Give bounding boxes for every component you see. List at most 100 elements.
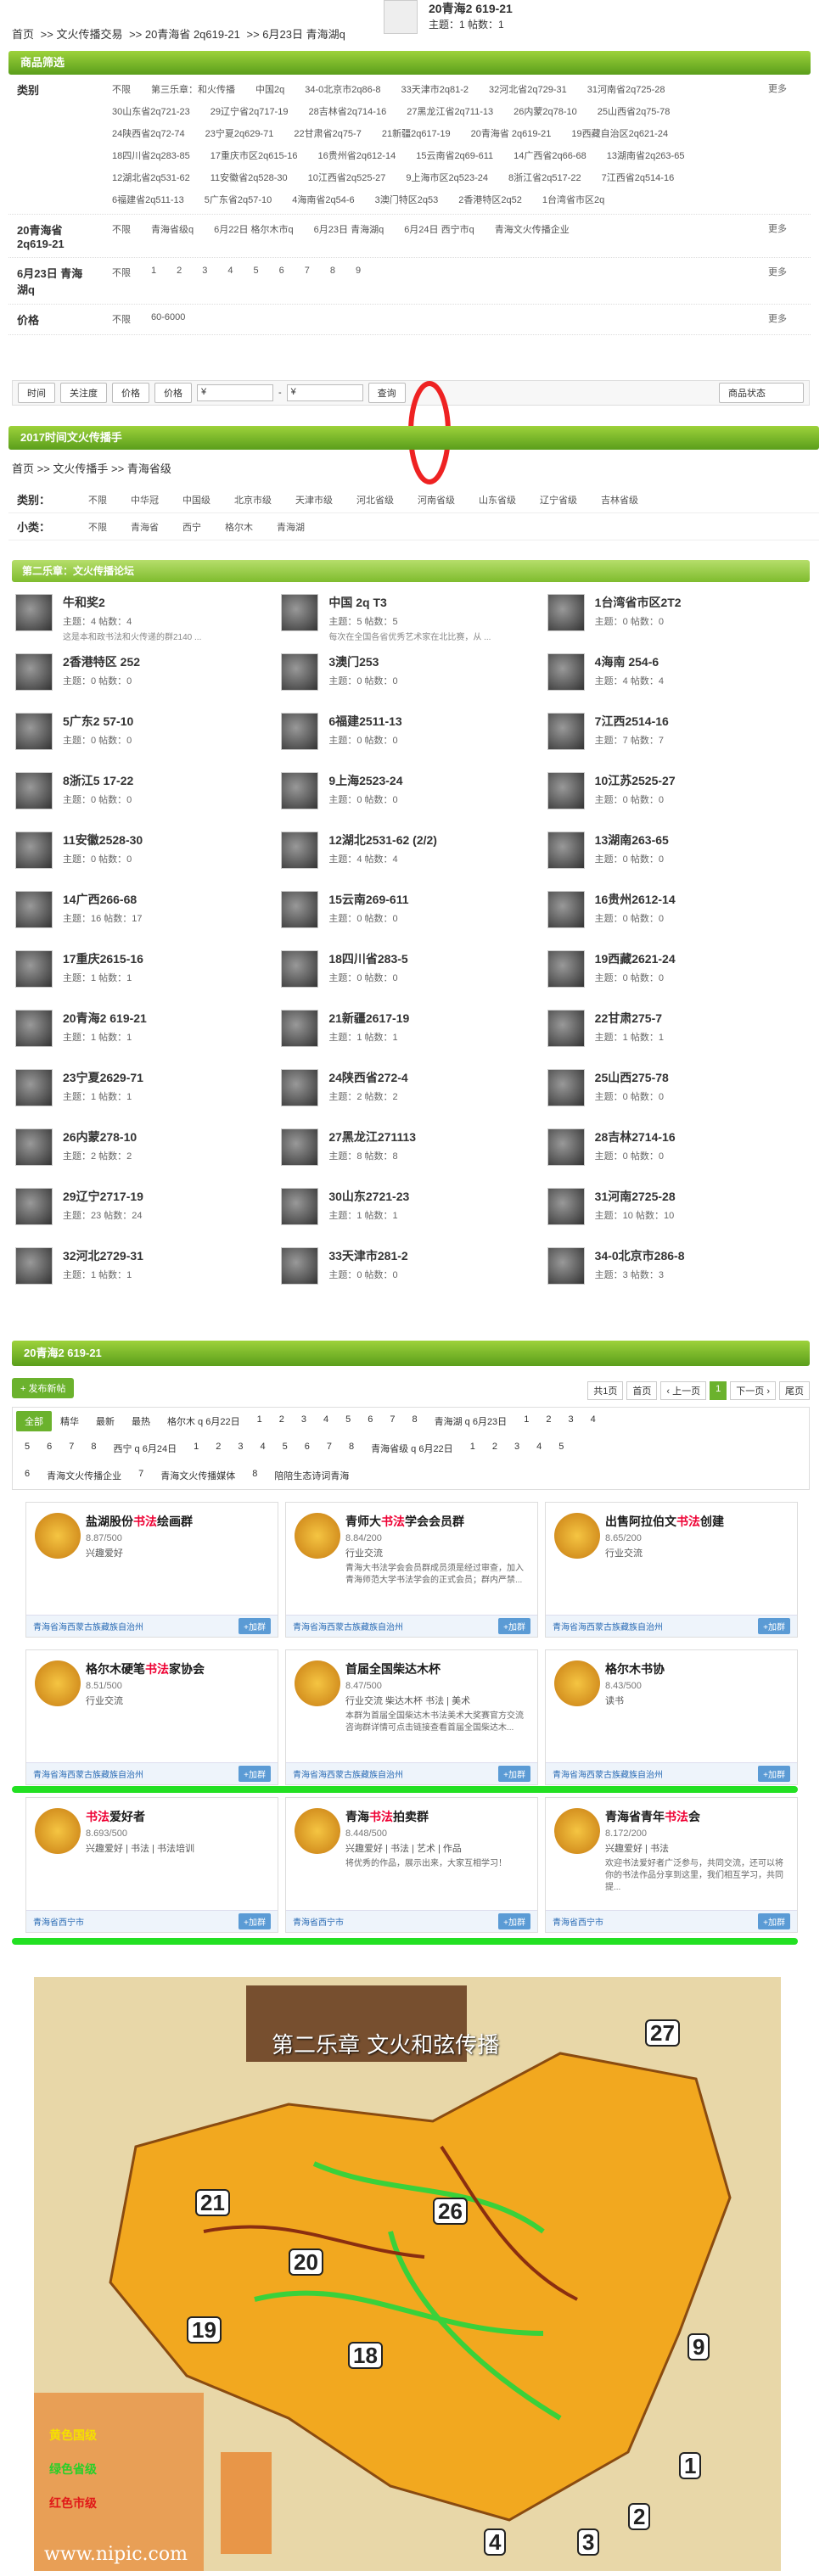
join-group-button[interactable]: +加群 — [239, 1618, 271, 1634]
filter-option[interactable]: 16贵州省2q612-14 — [307, 146, 406, 165]
join-group-button[interactable]: +加群 — [758, 1618, 790, 1634]
filter-option[interactable]: 8浙江省2q517-22 — [498, 168, 592, 187]
filter-option[interactable]: 24陕西省2q72-74 — [102, 124, 195, 143]
sort-time-button[interactable]: 时间 — [18, 383, 55, 403]
forum-map-icon[interactable] — [547, 1247, 585, 1285]
tab[interactable]: 青海湖 q 6月23日 — [426, 1411, 516, 1431]
filter-option[interactable]: 3澳门特区2q53 — [365, 190, 449, 209]
forum-item[interactable]: 20青海2 619-21 主题：1 帖数：1 — [12, 1001, 278, 1061]
sort-price-desc-button[interactable]: 价格 — [154, 383, 192, 403]
join-group-button[interactable]: +加群 — [498, 1766, 530, 1782]
filter-option[interactable]: 6 — [269, 263, 295, 299]
filter-option[interactable]: 29辽宁省2q717-19 — [200, 102, 299, 120]
filter-option[interactable]: 27黑龙江省2q711-13 — [396, 102, 503, 120]
filter-option[interactable]: 10江西省2q525-27 — [298, 168, 396, 187]
filter-option[interactable]: 26内蒙2q78-10 — [503, 102, 587, 120]
group-name[interactable]: 青师大书法学会会员群 — [345, 1513, 529, 1530]
tab[interactable]: 2 — [537, 1411, 559, 1431]
forum-item[interactable]: 1台湾省市区2T2 主题：0 帖数：0 — [544, 585, 810, 645]
group-card[interactable]: 格尔木书协 8.43/500 读书 青海省海西蒙古族藏族自治州 +加群 — [545, 1649, 798, 1785]
filter-option[interactable]: 西宁 — [171, 520, 213, 534]
tab[interactable]: 4 — [251, 1438, 273, 1459]
tab[interactable]: 格尔木 q 6月22日 — [159, 1411, 249, 1431]
group-location[interactable]: 青海省海西蒙古族藏族自治州 — [293, 1620, 403, 1632]
tab[interactable]: 6 — [296, 1438, 318, 1459]
filter-option[interactable]: 9 — [345, 263, 371, 299]
tab[interactable]: 4 — [315, 1411, 337, 1431]
group-card[interactable]: 盐湖股份书法绘画群 8.87/500 兴趣爱好 青海省海西蒙古族藏族自治州 +加群 — [25, 1502, 278, 1638]
forum-map-icon[interactable] — [281, 950, 319, 988]
forum-list-header[interactable]: 第二乐章：文火传播论坛 — [12, 560, 810, 582]
tab[interactable]: 4 — [528, 1438, 550, 1459]
filter-option[interactable]: 18四川省2q283-85 — [102, 146, 200, 165]
group-avatar[interactable] — [35, 1660, 81, 1706]
filter-option[interactable]: 北京市级 — [222, 493, 283, 507]
filter-option[interactable]: 4 — [217, 263, 243, 299]
group-name[interactable]: 青海书法拍卖群 — [345, 1808, 529, 1825]
more-link[interactable]: 更多 — [768, 258, 811, 304]
forum-name[interactable]: 3澳门253 — [328, 653, 543, 670]
forum-map-icon[interactable] — [547, 1188, 585, 1225]
group-name[interactable]: 书法爱好者 — [86, 1808, 269, 1825]
forum-item[interactable]: 牛和奖2 主题：4 帖数：4 这是本和政书法和火传递的群2140 ... — [12, 585, 278, 645]
filter-option[interactable]: 25山西省2q75-78 — [587, 102, 681, 120]
forum-map-icon[interactable] — [547, 891, 585, 928]
forum-item[interactable]: 5广东2 57-10 主题：0 帖数：0 — [12, 704, 278, 764]
forum-name[interactable]: 28吉林2714-16 — [595, 1128, 810, 1145]
breadcrumb-day[interactable]: >> 6月23日 青海湖q — [247, 28, 345, 41]
forum-item[interactable]: 15云南269-611 主题：0 帖数：0 — [278, 882, 543, 942]
forum-name[interactable]: 22甘肃275-7 — [595, 1010, 810, 1027]
tab[interactable]: 7 — [318, 1438, 340, 1459]
forum-name[interactable]: 6福建2511-13 — [328, 713, 543, 730]
group-avatar[interactable] — [554, 1660, 600, 1706]
forum-map-icon[interactable] — [15, 594, 53, 631]
filter-option[interactable]: 6月24日 西宁市q — [394, 220, 485, 252]
group-avatar[interactable] — [35, 1513, 81, 1559]
forum-item[interactable]: 8浙江5 17-22 主题：0 帖数：0 — [12, 764, 278, 823]
forum-map-icon[interactable] — [281, 1010, 319, 1047]
price-max-input[interactable]: ¥ — [286, 384, 363, 401]
breadcrumb-trade[interactable]: 文火传播交易 — [56, 28, 122, 41]
group-card[interactable]: 青师大书法学会会员群 8.84/200 行业交流 青海大书法学会会员群成员须是经过审查… — [285, 1502, 538, 1638]
join-group-button[interactable]: +加群 — [758, 1913, 790, 1929]
forum-map-icon[interactable] — [547, 653, 585, 691]
group-name[interactable]: 首届全国柴达木杯 — [345, 1660, 529, 1677]
forum-name[interactable]: 24陕西省272-4 — [328, 1069, 543, 1086]
filter-option[interactable]: 第三乐章：和火传播 — [141, 80, 245, 98]
filter-option[interactable]: 32河北省2q729-31 — [479, 80, 577, 98]
filter-option[interactable]: 19西藏自治区2q621-24 — [561, 124, 678, 143]
group-location[interactable]: 青海省西宁市 — [33, 1915, 84, 1928]
forum-map-icon[interactable] — [15, 772, 53, 809]
forum-name[interactable]: 29辽宁2717-19 — [63, 1188, 278, 1205]
forum-map-icon[interactable] — [15, 891, 53, 928]
forum-map-icon[interactable] — [15, 832, 53, 869]
group-avatar[interactable] — [295, 1808, 340, 1854]
price-min-input[interactable]: ¥ — [197, 384, 273, 401]
filter-option[interactable]: 中国级 — [171, 493, 222, 507]
group-location[interactable]: 青海省海西蒙古族藏族自治州 — [553, 1620, 663, 1632]
filter-option[interactable]: 11安徽省2q528-30 — [200, 168, 298, 187]
filter-option[interactable]: 青海文火传播企业 — [485, 220, 580, 252]
filter-option[interactable]: 7 — [295, 263, 320, 299]
forum-item[interactable]: 9上海2523-24 主题：0 帖数：0 — [278, 764, 543, 823]
forum-map-icon[interactable] — [15, 713, 53, 750]
forum-map-icon[interactable] — [547, 713, 585, 750]
filter-option[interactable]: 60-6000 — [141, 310, 195, 329]
pager-item[interactable]: 下一页 › — [730, 1381, 776, 1400]
tab[interactable]: 5 — [16, 1438, 38, 1459]
group-card[interactable]: 出售阿拉伯文书法创建 8.65/200 行业交流 青海省海西蒙古族藏族自治州 +加群 — [545, 1502, 798, 1638]
tab[interactable]: 3 — [293, 1411, 315, 1431]
filter-option[interactable]: 吉林省级 — [589, 493, 650, 507]
forum-item[interactable]: 31河南2725-28 主题：10 帖数：10 — [544, 1179, 810, 1239]
tab[interactable]: 精华 — [52, 1411, 87, 1431]
forum-item[interactable]: 24陕西省272-4 主题：2 帖数：2 — [278, 1061, 543, 1120]
tab[interactable]: 青海文火传播企业 — [38, 1465, 130, 1486]
forum-name[interactable]: 牛和奖2 — [63, 594, 278, 611]
forum-name[interactable]: 8浙江5 17-22 — [63, 772, 278, 789]
filter-option[interactable]: 6月23日 青海湖q — [304, 220, 395, 252]
new-post-button[interactable]: + 发布新帖 — [12, 1378, 75, 1398]
forum-map-icon[interactable] — [281, 653, 319, 691]
filter-option[interactable]: 8 — [320, 263, 345, 299]
tab[interactable]: 最新 — [87, 1411, 123, 1431]
filter-option[interactable]: 中国2q — [245, 80, 295, 98]
